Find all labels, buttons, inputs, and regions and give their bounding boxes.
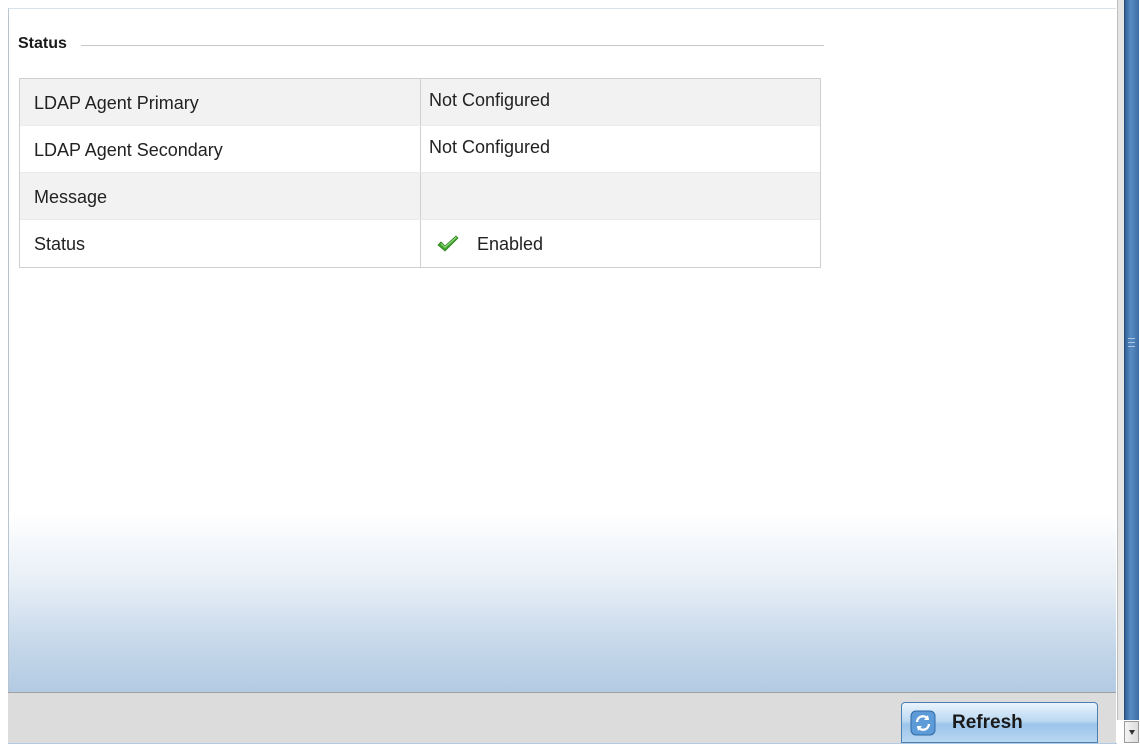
row-value: Enabled [421, 220, 820, 267]
arrow-down-icon [1128, 729, 1135, 735]
table-row: LDAP Agent Primary Not Configured [20, 79, 820, 126]
status-section-header: Status [18, 34, 824, 54]
row-label: Message [20, 173, 421, 219]
section-title: Status [18, 35, 67, 52]
row-label: Status [20, 220, 421, 267]
app-frame: Status LDAP Agent Primary Not Configured… [0, 0, 1140, 744]
row-label: LDAP Agent Secondary [20, 126, 421, 172]
row-value [421, 173, 820, 219]
table-row: Status Enabled [20, 220, 820, 267]
scroll-down-button[interactable] [1124, 721, 1139, 743]
scrollbar-track[interactable] [1117, 0, 1124, 720]
refresh-label: Refresh [952, 711, 1023, 733]
scrollbar-thumb[interactable] [1124, 0, 1139, 720]
table-row: Message [20, 173, 820, 220]
checkmark-icon [437, 234, 459, 252]
row-label: LDAP Agent Primary [20, 79, 421, 125]
grip-icon [1128, 338, 1135, 347]
row-value: Not Configured [429, 137, 551, 157]
vertical-scrollbar[interactable] [1116, 0, 1140, 743]
table-row: LDAP Agent Secondary Not Configured [20, 126, 820, 173]
refresh-icon [910, 710, 936, 735]
section-divider [80, 44, 824, 46]
refresh-button[interactable]: Refresh [901, 702, 1098, 743]
status-table: LDAP Agent Primary Not Configured LDAP A… [19, 78, 821, 268]
row-value: Not Configured [429, 90, 551, 110]
status-value: Enabled [477, 234, 544, 254]
